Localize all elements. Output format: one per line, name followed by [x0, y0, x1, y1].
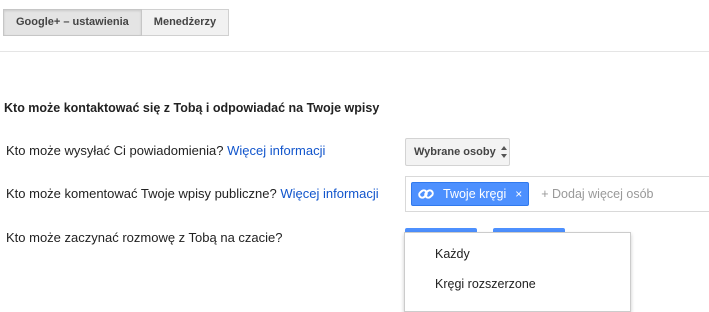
learn-more-link-notifications[interactable]: Więcej informacji — [227, 143, 325, 158]
circles-chip-label: Twoje kręgi — [443, 187, 507, 201]
comments-audience-share-box[interactable]: Twoje kręgi × + Dodaj więcej osób — [405, 176, 709, 212]
dropdown-item-extended-circles[interactable]: Kręgi rozszerzone — [435, 277, 536, 291]
tab-managers[interactable]: Menedżerzy — [141, 9, 230, 36]
notifications-select-value: Wybrane osoby — [414, 146, 496, 158]
setting-label-chat: Kto może zaczynać rozmowę z Tobą na czac… — [6, 230, 283, 245]
setting-row-comments: Kto może komentować Twoje wpisy publiczn… — [6, 186, 379, 201]
setting-label-notifications: Kto może wysyłać Ci powiadomienia? — [6, 143, 224, 158]
setting-row-chat: Kto może zaczynać rozmowę z Tobą na czac… — [6, 230, 283, 245]
up-down-arrows-icon — [500, 146, 508, 158]
section-heading: Kto może kontaktować się z Tobą i odpowi… — [4, 101, 380, 115]
circles-chip[interactable]: Twoje kręgi × — [411, 182, 530, 206]
tab-google-plus-settings[interactable]: Google+ – ustawienia — [3, 9, 142, 36]
link-icon — [418, 189, 434, 199]
close-icon[interactable]: × — [515, 187, 522, 201]
header-divider — [0, 51, 709, 52]
add-more-people-input[interactable]: + Dodaj więcej osób — [541, 187, 653, 201]
dropdown-item-everyone[interactable]: Każdy — [435, 247, 470, 261]
setting-label-comments: Kto może komentować Twoje wpisy publiczn… — [6, 186, 277, 201]
chat-audience-dropdown: Każdy Kręgi rozszerzone — [404, 232, 631, 312]
setting-row-notifications: Kto może wysyłać Ci powiadomienia? Więce… — [6, 143, 325, 158]
notifications-audience-select[interactable]: Wybrane osoby — [405, 138, 510, 166]
settings-tabs: Google+ – ustawienia Menedżerzy — [3, 9, 230, 36]
learn-more-link-comments[interactable]: Więcej informacji — [280, 186, 378, 201]
